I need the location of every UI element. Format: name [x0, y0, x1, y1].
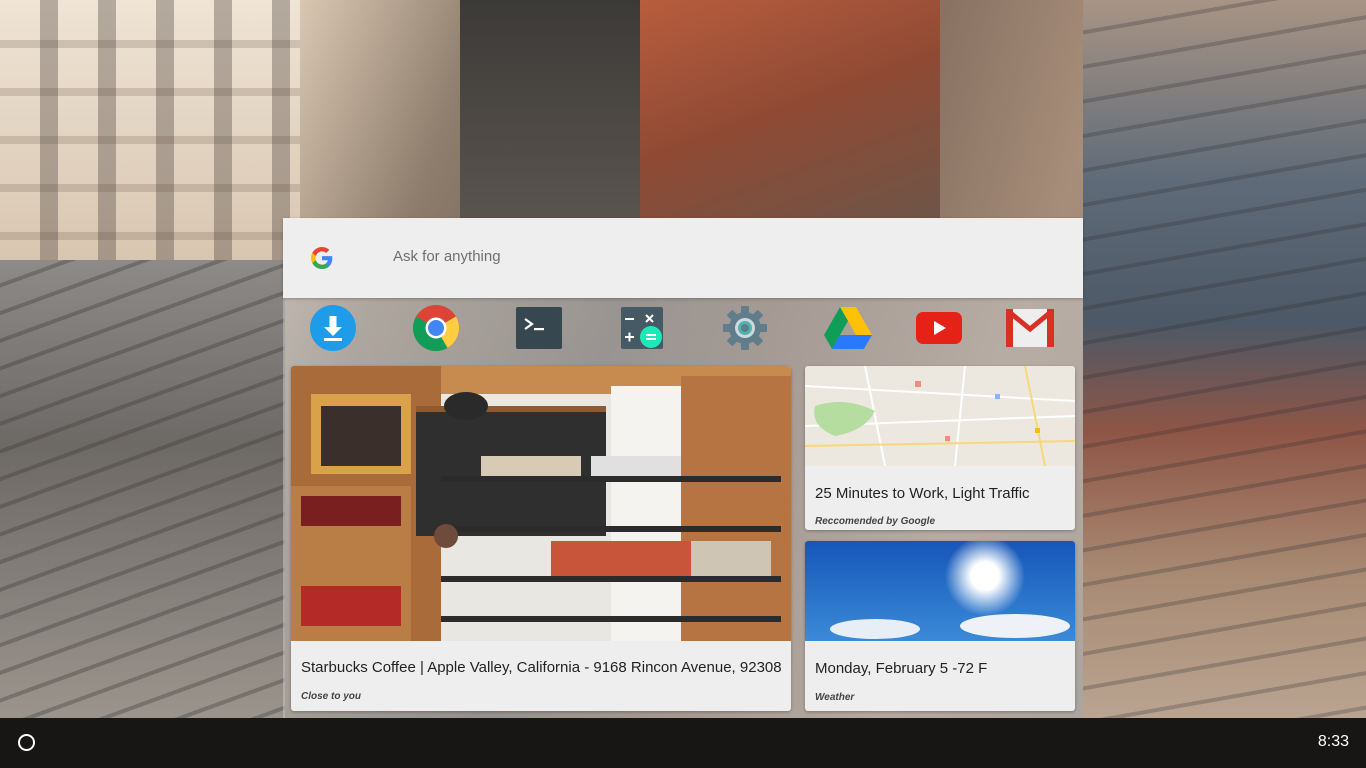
- app-launcher: Ask for anything Starbucks Coffee | Appl…: [283, 218, 1083, 718]
- coffee-shop-image: [291, 366, 791, 641]
- traffic-card-subtitle: Reccomended by Google: [815, 516, 936, 527]
- calculator-app-button[interactable]: [618, 304, 666, 352]
- app-shortcuts-row: [283, 302, 1083, 354]
- weather-card-title: Monday, February 5 -72 F: [815, 660, 988, 677]
- gmail-app-button[interactable]: [1006, 304, 1054, 352]
- traffic-card-title: 25 Minutes to Work, Light Traffic: [815, 485, 1030, 502]
- chrome-icon: [413, 305, 459, 351]
- wallpaper-street: [460, 0, 640, 218]
- gmail-icon: [1006, 309, 1054, 347]
- wallpaper-rooftops-left: [0, 260, 285, 718]
- google-g-icon: [311, 247, 333, 269]
- place-card[interactable]: Starbucks Coffee | Apple Valley, Califor…: [291, 366, 791, 711]
- traffic-card[interactable]: 25 Minutes to Work, Light Traffic Reccom…: [805, 366, 1075, 530]
- launcher-circle-icon[interactable]: [18, 734, 35, 751]
- terminal-app-button[interactable]: [515, 304, 563, 352]
- downloads-app-button[interactable]: [309, 304, 357, 352]
- terminal-icon: [516, 307, 562, 349]
- wallpaper-building-left: [0, 0, 300, 260]
- wallpaper-rooftops-right: [1083, 0, 1366, 718]
- download-icon: [310, 305, 356, 351]
- youtube-icon: [916, 312, 962, 344]
- weather-sky-image: [805, 541, 1075, 641]
- weather-card[interactable]: Monday, February 5 -72 F Weather: [805, 541, 1075, 711]
- youtube-app-button[interactable]: [915, 304, 963, 352]
- search-box[interactable]: Ask for anything: [283, 218, 1083, 298]
- chrome-app-button[interactable]: [412, 304, 460, 352]
- place-card-title: Starbucks Coffee | Apple Valley, Califor…: [301, 659, 782, 676]
- settings-gear-icon: [723, 306, 767, 350]
- traffic-map-image: [805, 366, 1075, 466]
- search-placeholder: Ask for anything: [393, 248, 501, 265]
- drive-icon: [824, 307, 872, 349]
- settings-app-button[interactable]: [721, 304, 769, 352]
- weather-card-subtitle: Weather: [815, 692, 855, 703]
- shelf: [0, 718, 1366, 768]
- place-card-subtitle: Close to you: [301, 691, 362, 702]
- drive-app-button[interactable]: [824, 304, 872, 352]
- wallpaper-roof-red: [640, 0, 940, 218]
- status-clock[interactable]: 8:33: [1318, 733, 1349, 751]
- calculator-icon: [621, 307, 663, 349]
